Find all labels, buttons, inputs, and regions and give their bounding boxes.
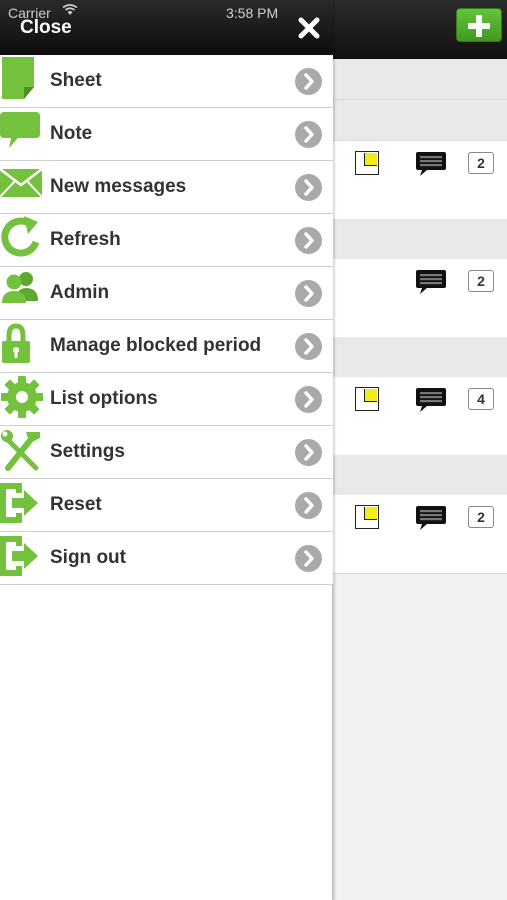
count-badge: 2 [468,506,494,528]
menu-item-label: Sheet [50,70,102,91]
sheet-icon [2,57,34,99]
comment-icon[interactable] [415,150,447,178]
menu-item-label: Reset [50,494,102,515]
chevron-right-icon[interactable] [295,333,322,360]
chevron-right-icon[interactable] [295,492,322,519]
count-badge: 2 [468,152,494,174]
clock: 3:58 PM [226,5,279,21]
menu-item-label: Refresh [50,229,121,250]
chevron-right-icon[interactable] [295,545,322,572]
envelope-icon [0,168,43,198]
menu-item-settings[interactable]: Settings [0,426,333,479]
close-icon[interactable] [298,17,320,39]
note-icon[interactable] [355,505,379,529]
carrier-label: Carrier [8,5,51,21]
chevron-right-icon[interactable] [295,121,322,148]
comment-icon[interactable] [415,386,447,414]
menu-item-sheet[interactable]: Sheet [0,55,333,108]
menu-list: Sheet Note New messages Refresh Admin Ma… [0,55,333,585]
menu-item-reset[interactable]: Reset [0,479,333,532]
chevron-right-icon[interactable] [295,68,322,95]
exit-arrow-icon [0,483,38,523]
comment-icon[interactable] [415,504,447,532]
menu-item-refresh[interactable]: Refresh [0,214,333,267]
menu-item-note[interactable]: Note [0,108,333,161]
note-icon[interactable] [355,387,379,411]
chevron-right-icon[interactable] [295,439,322,466]
menu-item-label: Note [50,123,93,144]
speech-bubble-icon [0,112,40,148]
menu-item-label: Sign out [50,547,126,568]
chevron-right-icon[interactable] [295,174,322,201]
users-icon [2,272,38,303]
menu-item-sign-out[interactable]: Sign out [0,532,333,585]
note-icon[interactable] [355,151,379,175]
tools-icon [1,430,40,471]
chevron-right-icon[interactable] [295,227,322,254]
menu-item-admin[interactable]: Admin [0,267,333,320]
chevron-right-icon[interactable] [295,386,322,413]
menu-item-new-messages[interactable]: New messages [0,161,333,214]
exit-arrow-icon [0,536,38,576]
menu-item-label: Settings [50,441,125,462]
gear-icon [1,376,43,418]
chevron-right-icon[interactable] [295,280,322,307]
count-badge: 2 [468,270,494,292]
comment-icon[interactable] [415,268,447,296]
menu-item-label: Manage blocked period [50,335,262,356]
count-badge: 4 [468,388,494,410]
menu-item-label: List options [50,388,158,409]
menu-item-list-options[interactable]: List options [0,373,333,426]
menu-item-label: Admin [50,282,110,303]
wifi-icon [62,4,78,15]
refresh-icon [1,216,40,257]
menu-item-manage-blocked-period[interactable]: Manage blocked period [0,320,333,373]
side-menu-drawer: Close Sheet Note New messages Refresh Ad… [0,0,333,900]
status-bar: Carrier 3:58 PM [0,0,507,21]
menu-item-label: New messages [50,176,187,197]
padlock-icon [2,323,30,363]
